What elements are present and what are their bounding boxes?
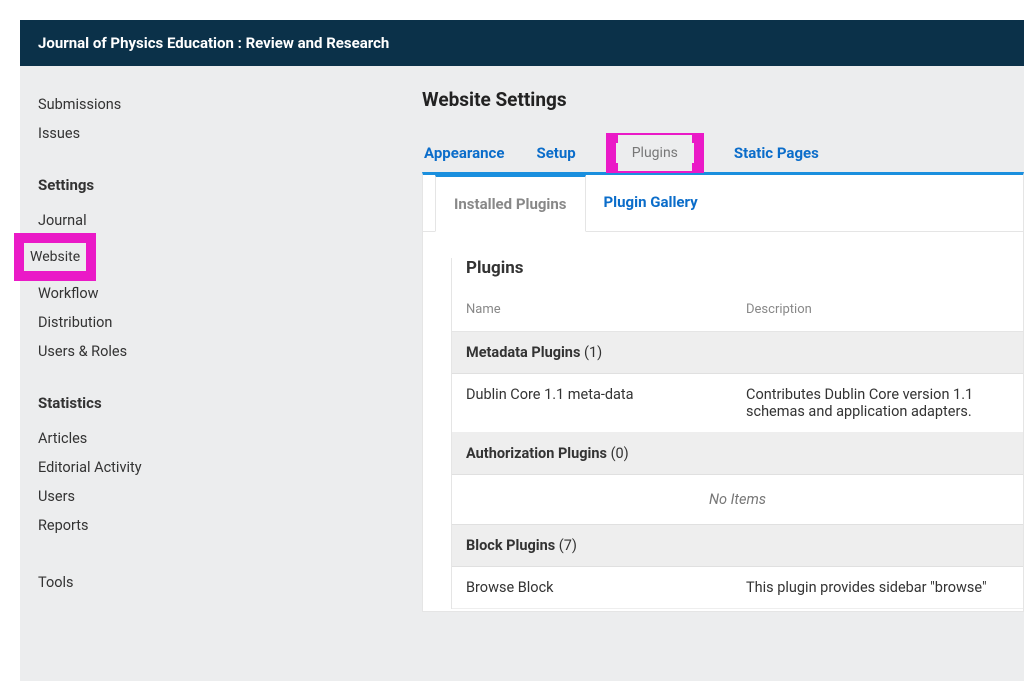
plugin-row[interactable]: Browse Block This plugin provides sideba…: [452, 567, 1023, 609]
plugin-row[interactable]: Dublin Core 1.1 meta-data Contributes Du…: [452, 374, 1023, 433]
journal-title: Journal of Physics Education : Review an…: [38, 34, 389, 52]
plugin-desc: This plugin provides sidebar "browse": [732, 567, 1023, 609]
sidebar-item-issues[interactable]: Issues: [38, 119, 392, 148]
sidebar-item-workflow[interactable]: Workflow: [38, 279, 392, 308]
col-header-description: Description: [732, 294, 1023, 332]
tab-appearance[interactable]: Appearance: [422, 134, 506, 172]
col-header-name: Name: [452, 294, 732, 332]
tab-setup[interactable]: Setup: [534, 134, 577, 172]
plugin-name: Browse Block: [452, 567, 732, 609]
plugin-group-row: Metadata Plugins (1): [452, 332, 1023, 374]
sidebar-heading-statistics: Statistics: [38, 394, 392, 412]
app-header: Journal of Physics Education : Review an…: [20, 20, 1024, 66]
plugin-group-count: (7): [559, 537, 577, 554]
sidebar-item-tools[interactable]: Tools: [38, 568, 392, 597]
subtab-installed-plugins[interactable]: Installed Plugins: [435, 175, 586, 232]
sidebar-item-reports[interactable]: Reports: [38, 511, 392, 540]
tab-plugins[interactable]: Plugins: [618, 135, 692, 171]
main-content: Website Settings Appearance Setup Plugin…: [410, 66, 1024, 681]
plugin-desc: Contributes Dublin Core version 1.1 sche…: [732, 374, 1023, 433]
plugin-group-title: Authorization Plugins: [466, 445, 607, 462]
top-tabs: Appearance Setup Plugins Static Pages: [422, 133, 1024, 173]
sidebar-item-journal[interactable]: Journal: [38, 206, 392, 235]
tab-static-pages[interactable]: Static Pages: [732, 134, 821, 172]
plugin-group-count: (1): [584, 344, 602, 361]
sidebar-item-submissions[interactable]: Submissions: [38, 90, 392, 119]
sidebar-item-users-roles[interactable]: Users & Roles: [38, 337, 392, 366]
no-items-label: No Items: [452, 475, 1023, 525]
plugin-group-title: Block Plugins: [466, 537, 555, 554]
sub-tabs: Installed Plugins Plugin Gallery: [423, 175, 1023, 232]
sidebar-item-editorial-activity[interactable]: Editorial Activity: [38, 453, 392, 482]
plugin-group-title: Metadata Plugins: [466, 344, 580, 361]
sidebar-item-articles[interactable]: Articles: [38, 424, 392, 453]
plugin-name: Dublin Core 1.1 meta-data: [452, 374, 732, 433]
plugin-group-row: Block Plugins (7): [452, 525, 1023, 567]
sidebar-item-website[interactable]: Website: [30, 249, 80, 265]
tab-panel: Installed Plugins Plugin Gallery Plugins…: [422, 172, 1024, 612]
sidebar: Submissions Issues Settings Journal Webs…: [20, 66, 410, 681]
no-items-row: No Items: [452, 475, 1023, 525]
sidebar-item-users[interactable]: Users: [38, 482, 392, 511]
plugins-title: Plugins: [452, 258, 1023, 294]
highlight-box-plugins-tab: Plugins: [606, 133, 704, 173]
page-title: Website Settings: [422, 88, 1024, 111]
plugins-table: Name Description Metadata Plugins: [452, 294, 1023, 609]
highlight-box-sidebar: Website: [14, 233, 96, 281]
plugin-group-count: (0): [611, 445, 629, 462]
sidebar-heading-settings: Settings: [38, 176, 392, 194]
plugin-group-row: Authorization Plugins (0): [452, 433, 1023, 475]
subtab-plugin-gallery[interactable]: Plugin Gallery: [586, 175, 716, 231]
plugins-block: Plugins Name Description: [451, 258, 1023, 609]
sidebar-item-distribution[interactable]: Distribution: [38, 308, 392, 337]
